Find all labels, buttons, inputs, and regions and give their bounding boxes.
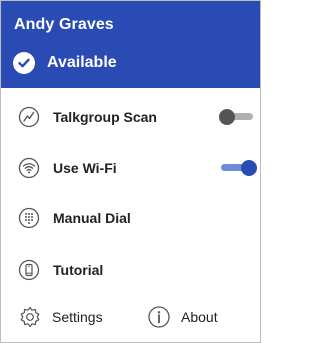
drawer-header: Andy Graves Available <box>1 1 260 88</box>
scan-icon <box>18 106 40 128</box>
app-drawer: Andy Graves Available Talkgroup Scan Use… <box>0 0 261 343</box>
menu-item-label: Tutorial <box>53 262 104 278</box>
menu-item-label: Talkgroup Scan <box>53 109 157 125</box>
settings-label: Settings <box>52 309 103 325</box>
menu-item-label: Use Wi-Fi <box>53 160 117 176</box>
menu-item-use-wifi[interactable]: Use Wi-Fi <box>1 148 260 188</box>
menu-item-label: Manual Dial <box>53 210 131 226</box>
menu-item-talkgroup-scan[interactable]: Talkgroup Scan <box>1 97 260 137</box>
use-wifi-toggle[interactable] <box>219 160 257 176</box>
wifi-icon <box>18 157 40 179</box>
settings-button[interactable]: Settings <box>18 304 103 330</box>
gear-icon <box>18 305 42 329</box>
menu-item-tutorial[interactable]: Tutorial <box>1 250 260 290</box>
menu-item-manual-dial[interactable]: Manual Dial <box>1 198 260 238</box>
status-selector[interactable]: Available <box>13 51 117 75</box>
info-icon <box>147 305 171 329</box>
about-label: About <box>181 309 218 325</box>
status-label: Available <box>47 54 117 71</box>
user-name: Andy Graves <box>14 16 114 33</box>
check-circle-icon <box>13 52 35 74</box>
toggle-thumb <box>219 109 235 125</box>
dialpad-icon <box>18 207 40 229</box>
toggle-thumb <box>241 160 257 176</box>
about-button[interactable]: About <box>147 304 218 330</box>
phone-icon <box>18 259 40 281</box>
talkgroup-scan-toggle[interactable] <box>219 109 257 125</box>
